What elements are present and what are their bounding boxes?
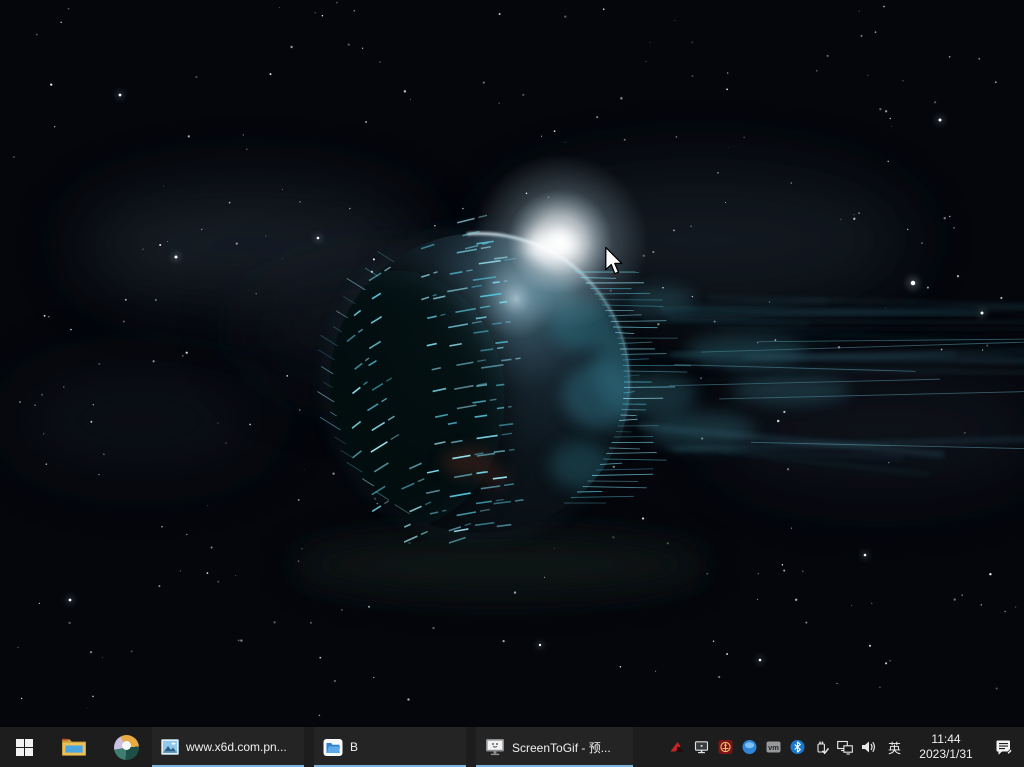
action-center-button[interactable] bbox=[984, 727, 1024, 767]
clock-time: 11:44 bbox=[908, 732, 984, 747]
wallpaper-space-planet bbox=[0, 0, 1024, 767]
windows-logo-icon bbox=[16, 739, 33, 756]
tray-vmware-icon[interactable]: vm bbox=[761, 727, 785, 767]
usb-safely-remove-icon bbox=[813, 739, 830, 755]
file-explorer-icon bbox=[61, 736, 87, 758]
taskbar-window-screentogif[interactable]: ScreenToGif - 预... bbox=[476, 727, 633, 767]
blue-folder-icon bbox=[323, 738, 343, 757]
tray-display-utility-icon[interactable] bbox=[689, 727, 713, 767]
tray-bluetooth-icon[interactable] bbox=[785, 727, 809, 767]
tray-blue-disc-icon[interactable] bbox=[737, 727, 761, 767]
display-utility-icon bbox=[693, 739, 710, 755]
clock-date: 2023/1/31 bbox=[908, 747, 984, 762]
volume-icon bbox=[860, 739, 878, 755]
taskbar-window-image-viewer[interactable]: www.x6d.com.pn... bbox=[152, 727, 304, 767]
vmware-icon: vm bbox=[765, 739, 782, 755]
taskbar-window-label: B bbox=[350, 740, 358, 754]
taskbar: www.x6d.com.pn... B ScreenToGif - bbox=[0, 727, 1024, 767]
wired-network-icon bbox=[836, 739, 854, 755]
tray-volume-icon[interactable] bbox=[857, 727, 881, 767]
taskbar-window-folder-b[interactable]: B bbox=[314, 727, 466, 767]
tray-red-wing-icon[interactable] bbox=[665, 727, 689, 767]
taskbar-clock[interactable]: 11:44 2023/1/31 bbox=[908, 732, 984, 762]
tray-red-seal-icon[interactable] bbox=[713, 727, 737, 767]
system-tray: vm bbox=[665, 727, 1024, 767]
browser-swirl-icon bbox=[114, 735, 139, 760]
taskbar-window-label: ScreenToGif - 预... bbox=[512, 739, 611, 756]
start-button[interactable] bbox=[0, 727, 48, 767]
taskbar-window-label: www.x6d.com.pn... bbox=[186, 740, 287, 754]
bluetooth-icon bbox=[789, 739, 806, 755]
red-seal-icon bbox=[717, 739, 734, 755]
desktop: www.x6d.com.pn... B ScreenToGif - bbox=[0, 0, 1024, 767]
tray-network-icon[interactable] bbox=[833, 727, 857, 767]
taskbar-file-explorer[interactable] bbox=[48, 727, 100, 767]
tray-usb-icon[interactable] bbox=[809, 727, 833, 767]
svg-text:vm: vm bbox=[768, 743, 779, 752]
image-viewer-icon bbox=[161, 739, 179, 755]
ime-language-indicator[interactable]: 英 bbox=[881, 737, 908, 758]
screentogif-monitor-icon bbox=[485, 738, 505, 756]
red-wing-icon bbox=[669, 739, 686, 755]
action-center-icon bbox=[994, 739, 1015, 756]
blue-disc-icon bbox=[741, 739, 758, 755]
taskbar-browser[interactable] bbox=[100, 727, 152, 767]
